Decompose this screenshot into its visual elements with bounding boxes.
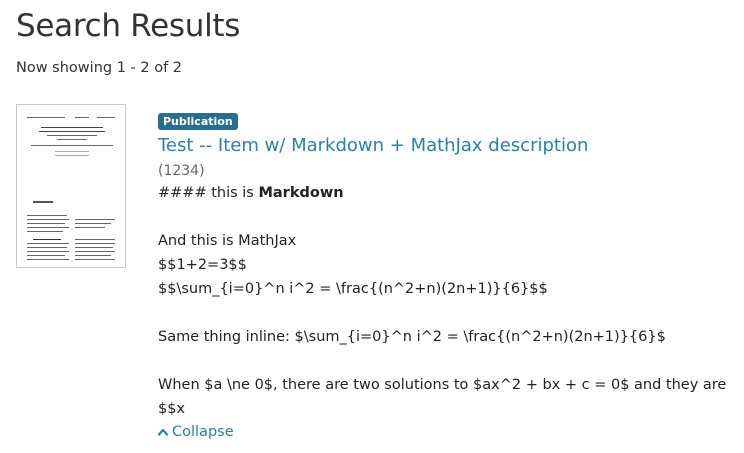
item-type-badge: Publication <box>158 113 238 130</box>
page-title: Search Results <box>16 8 241 44</box>
desc-line-6: When $a \ne 0$, there are two solutions … <box>158 377 727 393</box>
desc-bold-text: Markdown <box>258 185 344 201</box>
desc-line-1: #### this is Markdown <box>158 181 738 205</box>
result-description: #### this is Markdown And this is MathJa… <box>158 181 738 421</box>
desc-line-5: Same thing inline: $\sum_{i=0}^n i^2 = \… <box>158 329 666 345</box>
result-title-link[interactable]: Test -- Item w/ Markdown + MathJax descr… <box>158 134 738 158</box>
chevron-up-icon <box>158 428 168 436</box>
desc-line-2: And this is MathJax <box>158 233 297 249</box>
result-id: (1234) <box>158 163 205 179</box>
collapse-link[interactable]: Collapse <box>158 421 234 443</box>
publication-thumbnail[interactable] <box>16 104 126 268</box>
search-result-item: Publication Test -- Item w/ Markdown + M… <box>158 110 738 443</box>
desc-text: #### this is <box>158 185 259 201</box>
collapse-label: Collapse <box>172 424 234 440</box>
desc-line-4: $$\sum_{i=0}^n i^2 = \frac{(n^2+n)(2n+1)… <box>158 281 548 297</box>
desc-line-3: $$1+2=3$$ <box>158 257 247 273</box>
desc-line-7: $$x <box>158 401 186 417</box>
results-count: Now showing 1 - 2 of 2 <box>16 60 183 76</box>
